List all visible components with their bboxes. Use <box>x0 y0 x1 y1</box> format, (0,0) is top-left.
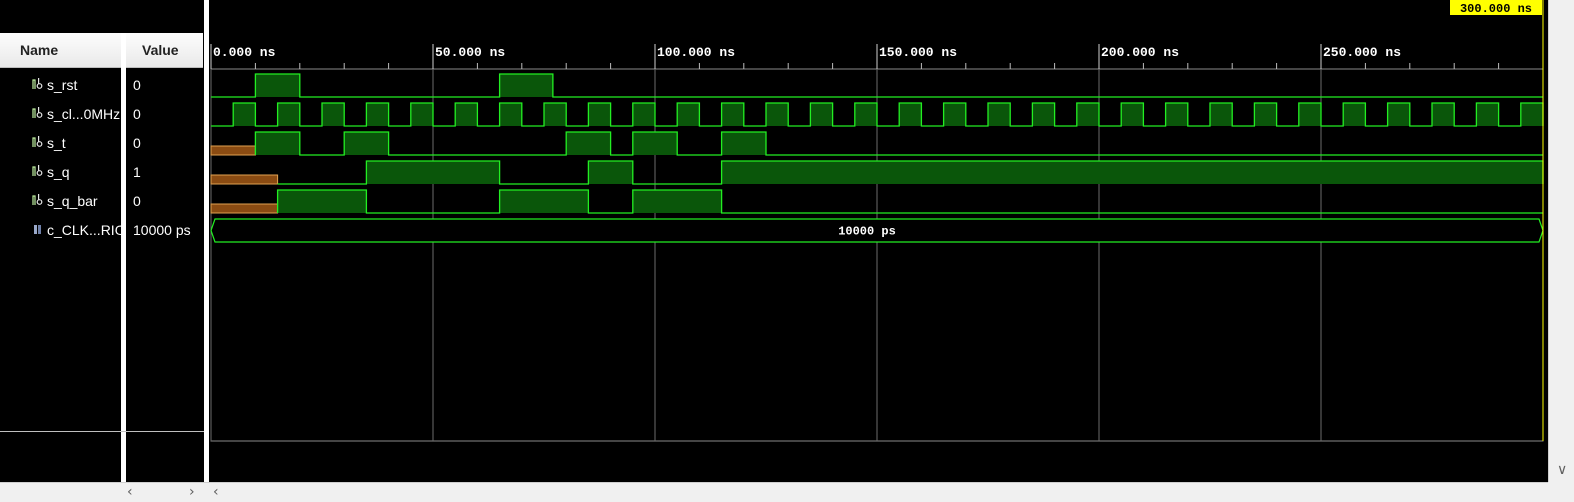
scroll-down-icon[interactable]: ∨ <box>1557 462 1567 478</box>
clock-high <box>322 103 345 126</box>
signal-name: s_q_bar <box>47 193 98 209</box>
signal-list-panel: Name Value s_rst 0 s_cl...0MHz 0 s_t 0 s_q 1 s_q… <box>0 0 204 502</box>
clock-high <box>1254 103 1277 126</box>
signal-bit-icon <box>32 165 43 176</box>
clock-high <box>1165 103 1188 126</box>
value-column-header[interactable]: Value <box>126 33 203 68</box>
undefined-segment <box>210 145 256 156</box>
undefined-segment <box>210 203 279 214</box>
wave-scroll-left-icon[interactable]: ‹ <box>213 484 219 500</box>
high-fill <box>366 161 500 184</box>
clock-high <box>988 103 1011 126</box>
signal-name: s_cl...0MHz <box>47 106 121 122</box>
high-fill <box>277 190 367 213</box>
signal-bit-icon <box>32 136 43 147</box>
clock-high <box>277 103 300 126</box>
clock-high <box>721 103 744 126</box>
time-label: 0.000 ns <box>213 45 276 60</box>
clock-high <box>943 103 966 126</box>
high-fill <box>255 132 300 155</box>
clock-trace <box>211 102 1544 127</box>
clock-high <box>1520 103 1543 126</box>
clock-high <box>1210 103 1233 126</box>
constant-icon <box>34 225 41 234</box>
clock-high <box>1387 103 1410 126</box>
pane-splitter[interactable] <box>204 0 209 502</box>
scroll-left-icon[interactable]: ‹ <box>127 484 133 500</box>
signal-trace <box>276 189 1543 214</box>
waveform-view[interactable]: 0.000 ns 50.000 ns 100.000 ns 150.000 ns 200… <box>0 0 1574 502</box>
divider <box>0 431 204 432</box>
wave-vscrollbar[interactable]: ∨ <box>1548 0 1574 482</box>
signal-bit-icon <box>32 194 43 205</box>
signal-value: 0 <box>133 106 141 122</box>
high-fill <box>255 74 300 97</box>
clock-high <box>499 103 522 126</box>
high-fill <box>632 132 678 155</box>
signal-value: 0 <box>133 77 141 93</box>
clock-high <box>544 103 567 126</box>
clock-high <box>899 103 922 126</box>
clock-high <box>233 103 256 126</box>
value-header-label: Value <box>142 42 179 58</box>
wave-hscrollbar[interactable]: ‹ <box>209 482 1548 502</box>
value-hscrollbar[interactable]: ‹ › <box>121 482 209 502</box>
signal-row[interactable]: s_rst 0 <box>0 71 204 100</box>
signal-trace <box>254 131 1543 156</box>
signal-bit-icon <box>32 78 43 89</box>
signal-value: 0 <box>133 193 141 209</box>
signal-value: 1 <box>133 164 141 180</box>
time-label: 150.000 ns <box>879 45 957 60</box>
name-hscrollbar[interactable] <box>0 482 121 502</box>
cursor-time-label: 300.000 ns <box>1460 2 1532 16</box>
clock-high <box>366 103 389 126</box>
clock-high <box>588 103 611 126</box>
clock-high <box>810 103 833 126</box>
signal-value: 10000 ps <box>133 222 191 238</box>
scroll-right-icon[interactable]: › <box>189 484 195 500</box>
high-fill <box>721 161 1543 184</box>
signal-name: s_rst <box>47 77 78 93</box>
name-header-label: Name <box>20 42 59 58</box>
undefined-segment <box>210 174 279 185</box>
high-fill <box>588 161 633 184</box>
time-label: 50.000 ns <box>435 45 505 60</box>
clock-high <box>766 103 789 126</box>
scroll-corner <box>1548 482 1574 502</box>
time-label: 200.000 ns <box>1101 45 1179 60</box>
signal-row[interactable]: s_cl...0MHz 0 <box>0 100 204 129</box>
clock-high <box>1476 103 1499 126</box>
time-label: 100.000 ns <box>657 45 735 60</box>
signal-name: s_q <box>47 164 70 180</box>
signal-name: s_t <box>47 135 66 151</box>
clock-high <box>677 103 700 126</box>
high-fill <box>344 132 389 155</box>
name-column-header[interactable]: Name <box>0 33 121 68</box>
clock-high <box>1432 103 1455 126</box>
clock-high <box>1343 103 1366 126</box>
time-label: 250.000 ns <box>1323 45 1401 60</box>
signal-row[interactable]: s_t 0 <box>0 129 204 158</box>
high-fill <box>721 132 766 155</box>
signal-value: 0 <box>133 135 141 151</box>
clock-high <box>1076 103 1099 126</box>
high-fill <box>566 132 611 155</box>
signal-row[interactable]: c_CLK...RIO 10000 ps <box>0 216 204 245</box>
signal-bit-icon <box>32 107 43 118</box>
signal-row[interactable]: s_q_bar 0 <box>0 187 204 216</box>
clock-high <box>854 103 877 126</box>
high-fill <box>499 74 553 97</box>
bus-value-label: 10000 ps <box>838 225 896 239</box>
high-fill <box>632 190 722 213</box>
clock-high <box>1298 103 1321 126</box>
clock-high <box>1121 103 1144 126</box>
clock-high <box>410 103 433 126</box>
clock-high <box>1032 103 1055 126</box>
clock-high <box>632 103 655 126</box>
signal-name: c_CLK...RIO <box>47 222 126 238</box>
signal-row[interactable]: s_q 1 <box>0 158 204 187</box>
high-fill <box>499 190 589 213</box>
clock-high <box>455 103 478 126</box>
